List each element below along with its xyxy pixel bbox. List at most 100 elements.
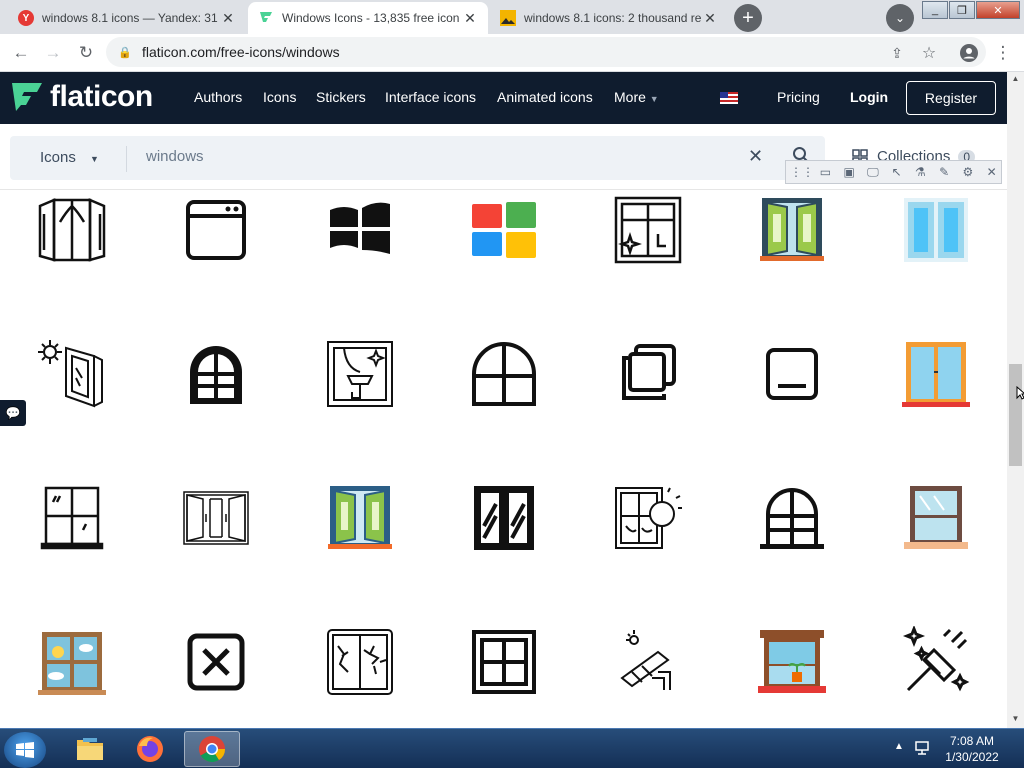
drag-handle-icon[interactable]: ⋮⋮ bbox=[790, 165, 814, 179]
square-window-icon[interactable] bbox=[468, 626, 540, 698]
close-tab-icon[interactable]: ✕ bbox=[220, 10, 236, 27]
register-button[interactable]: Register bbox=[906, 81, 996, 115]
scroll-down-arrow-icon[interactable]: ▼ bbox=[1010, 714, 1021, 724]
nav-more[interactable]: More ▼ bbox=[614, 89, 659, 105]
flaticon-logo[interactable]: flaticon bbox=[10, 80, 153, 114]
firefox-icon[interactable] bbox=[122, 731, 178, 767]
window-sun-icon[interactable] bbox=[36, 338, 108, 410]
caret-down-icon: ▼ bbox=[90, 154, 99, 164]
arched-window-outline-icon[interactable] bbox=[468, 338, 540, 410]
share-icon[interactable]: ⇪ bbox=[886, 42, 908, 64]
tab-search-chevron-icon[interactable]: ⌄ bbox=[886, 4, 914, 32]
window-glass-cleaning-icon[interactable] bbox=[612, 626, 684, 698]
new-tab-button[interactable]: + bbox=[734, 4, 762, 32]
glass-window-icon[interactable] bbox=[900, 194, 972, 266]
system-clock[interactable]: 7:08 AM 1/30/2022 bbox=[940, 733, 1004, 765]
minimize-window-button[interactable]: _ bbox=[922, 1, 948, 19]
windows-logo-icon[interactable] bbox=[324, 194, 396, 266]
search-type-select[interactable]: Icons ▼ bbox=[40, 149, 99, 166]
restore-window-icon[interactable] bbox=[612, 338, 684, 410]
address-bar-row: ← → ↻ 🔒 flaticon.com/free-icons/windows … bbox=[0, 34, 1024, 72]
windows-start-icon bbox=[16, 742, 34, 758]
close-tab-icon[interactable]: ✕ bbox=[462, 10, 478, 27]
tab-image-search[interactable]: windows 8.1 icons: 2 thousand re ✕ bbox=[490, 2, 728, 34]
tray-expand-icon[interactable]: ▲ bbox=[894, 741, 904, 752]
squeegee-sparkle-icon[interactable] bbox=[900, 624, 972, 698]
arched-window-sill-icon[interactable] bbox=[756, 482, 828, 554]
weather-window-icon[interactable] bbox=[36, 626, 108, 698]
browser-menu-icon[interactable]: ⋮ bbox=[992, 42, 1014, 64]
window-sun-outline-icon[interactable] bbox=[612, 482, 684, 554]
window-plant-icon[interactable] bbox=[756, 626, 828, 698]
arched-window-icon[interactable] bbox=[180, 338, 252, 410]
url-field[interactable]: 🔒 flaticon.com/free-icons/windows bbox=[106, 37, 986, 67]
shutter-window-icon[interactable] bbox=[468, 482, 540, 554]
url-text: flaticon.com/free-icons/windows bbox=[142, 44, 340, 60]
browser-window-icon[interactable] bbox=[180, 194, 252, 266]
sash-window-icon[interactable] bbox=[900, 482, 972, 554]
file-explorer-icon[interactable] bbox=[62, 731, 118, 767]
flaticon-logo-icon bbox=[12, 83, 42, 111]
reload-icon[interactable]: ↻ bbox=[75, 42, 97, 64]
nav-stickers[interactable]: Stickers bbox=[316, 89, 366, 105]
pricing-link[interactable]: Pricing bbox=[777, 89, 820, 105]
brand-name: flaticon bbox=[50, 80, 153, 113]
four-pane-window-icon[interactable] bbox=[36, 482, 108, 554]
close-box-icon[interactable] bbox=[180, 626, 252, 698]
nav-authors[interactable]: Authors bbox=[194, 89, 242, 105]
back-arrow-icon[interactable]: ← bbox=[10, 42, 32, 64]
yandex-icon: Y bbox=[18, 10, 34, 26]
site-header: flaticon Authors Icons Stickers Interfac… bbox=[0, 72, 1007, 124]
feedback-button[interactable]: 💬 bbox=[0, 400, 26, 426]
profile-avatar-icon[interactable] bbox=[958, 42, 980, 64]
nav-interface-icons[interactable]: Interface icons bbox=[385, 89, 476, 105]
nav-icons[interactable]: Icons bbox=[263, 89, 296, 105]
clean-window-icon[interactable] bbox=[612, 194, 684, 266]
open-green-window-icon[interactable] bbox=[756, 194, 828, 266]
us-flag-icon[interactable] bbox=[720, 91, 738, 104]
close-toolbar-icon[interactable]: ✕ bbox=[982, 165, 1001, 179]
clear-search-icon[interactable]: ✕ bbox=[748, 146, 763, 167]
clock-time: 7:08 AM bbox=[949, 734, 995, 748]
forward-arrow-icon[interactable]: → bbox=[42, 42, 64, 64]
cursor-icon[interactable]: ↖ bbox=[887, 165, 906, 179]
start-button[interactable] bbox=[4, 732, 46, 768]
close-tab-icon[interactable]: ✕ bbox=[702, 10, 718, 27]
eyedropper-icon[interactable]: ✎ bbox=[935, 165, 954, 179]
network-icon[interactable] bbox=[914, 739, 932, 762]
search-divider bbox=[126, 146, 127, 172]
login-link[interactable]: Login bbox=[850, 89, 888, 105]
microsoft-logo-icon[interactable] bbox=[468, 194, 540, 266]
nav-more-label: More bbox=[614, 89, 646, 105]
scrollbar-thumb[interactable] bbox=[1009, 364, 1022, 466]
scroll-up-arrow-icon[interactable]: ▲ bbox=[1010, 74, 1021, 84]
tab-yandex[interactable]: Y windows 8.1 icons — Yandex: 31 ✕ bbox=[8, 2, 246, 34]
minimize-window-icon[interactable] bbox=[756, 338, 828, 410]
clock-date: 1/30/2022 bbox=[945, 750, 999, 764]
bookmark-star-icon[interactable]: ☆ bbox=[918, 42, 940, 64]
settings-gear-icon[interactable]: ⚙ bbox=[959, 165, 978, 179]
orange-window-icon[interactable] bbox=[900, 338, 972, 410]
search-box: Icons ▼ windows ✕ bbox=[10, 136, 825, 180]
maximize-window-button[interactable]: ❐ bbox=[949, 1, 975, 19]
feedback-chat-icon: 💬 bbox=[5, 406, 21, 420]
tab-title: Windows Icons - 13,835 free icon bbox=[282, 11, 460, 25]
open-blue-window-icon[interactable] bbox=[324, 482, 396, 554]
monitor-capture-icon[interactable]: 🖵 bbox=[864, 165, 883, 180]
region-capture-icon[interactable]: ▣ bbox=[840, 165, 859, 179]
tab-flaticon[interactable]: Windows Icons - 13,835 free icon ✕ bbox=[248, 2, 488, 34]
window-cleaning-icon[interactable] bbox=[324, 338, 396, 410]
window-capture-icon[interactable]: ▭ bbox=[816, 165, 835, 179]
nav-animated-icons[interactable]: Animated icons bbox=[497, 89, 593, 105]
capture-toolbar: ⋮⋮ ▭ ▣ 🖵 ↖ ⚗ ✎ ⚙ ✕ bbox=[785, 160, 1002, 184]
flaticon-icon bbox=[258, 10, 274, 26]
open-casement-window-icon[interactable] bbox=[36, 194, 108, 266]
image-search-icon bbox=[500, 10, 516, 26]
search-input[interactable]: windows bbox=[146, 148, 204, 165]
close-window-button[interactable]: ✕ bbox=[976, 1, 1020, 19]
chrome-icon[interactable] bbox=[184, 731, 240, 767]
broken-window-icon[interactable] bbox=[324, 626, 396, 698]
effects-icon[interactable]: ⚗ bbox=[911, 165, 930, 179]
double-window-icon[interactable] bbox=[180, 482, 252, 554]
caret-down-icon: ▼ bbox=[649, 94, 659, 104]
